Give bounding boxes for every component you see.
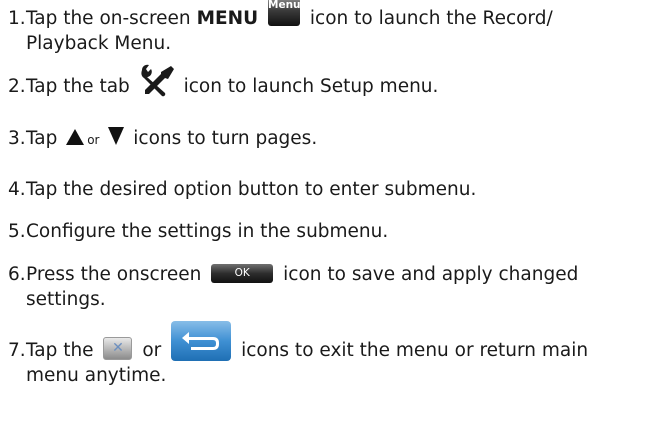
wrench-screwdriver-icon xyxy=(139,64,175,98)
step-number: 4. xyxy=(8,179,26,200)
or-text: or xyxy=(87,133,100,147)
step-number: 3. xyxy=(8,128,26,149)
step-text: Press the onscreen xyxy=(26,264,202,285)
step-text: Tap the tab xyxy=(26,76,130,97)
step-number: 2. xyxy=(8,76,26,97)
ok-icon-label: OK xyxy=(234,266,250,279)
step-text-after: icons to exit the menu or return main xyxy=(241,340,589,361)
menu-keyword: MENU xyxy=(196,8,259,29)
step-number: 7. xyxy=(8,340,26,361)
step-number: 1. xyxy=(8,8,26,29)
down-triangle-icon xyxy=(107,126,125,153)
step-number: 6. xyxy=(8,264,26,285)
step-text: Configure the settings in the submenu. xyxy=(26,221,389,242)
return-icon xyxy=(171,321,232,361)
ok-button-icon: OK xyxy=(211,263,274,283)
step-continuation: settings. xyxy=(26,289,106,310)
step-number: 5. xyxy=(8,221,26,242)
menu-icon-label: Menu xyxy=(268,0,301,11)
or-text: or xyxy=(142,340,162,361)
step-text-after: icon to save and apply changed xyxy=(283,264,579,285)
menu-button-icon: Menu xyxy=(268,0,301,26)
step-text: Tap xyxy=(26,128,58,149)
step-continuation: menu anytime. xyxy=(26,365,167,386)
step-text-after: icon to launch Setup menu. xyxy=(183,76,439,97)
step-text: Tap the xyxy=(26,340,94,361)
step-text-after: icons to turn pages. xyxy=(133,128,318,149)
up-triangle-icon xyxy=(65,128,85,153)
step-text: Tap the on-screen xyxy=(26,8,191,29)
step-text-after: icon to launch the Record/ xyxy=(309,8,553,29)
step-continuation: Playback Menu. xyxy=(26,33,172,54)
close-icon: ✕ xyxy=(103,336,133,360)
step-text: Tap the desired option button to enter s… xyxy=(26,179,477,200)
